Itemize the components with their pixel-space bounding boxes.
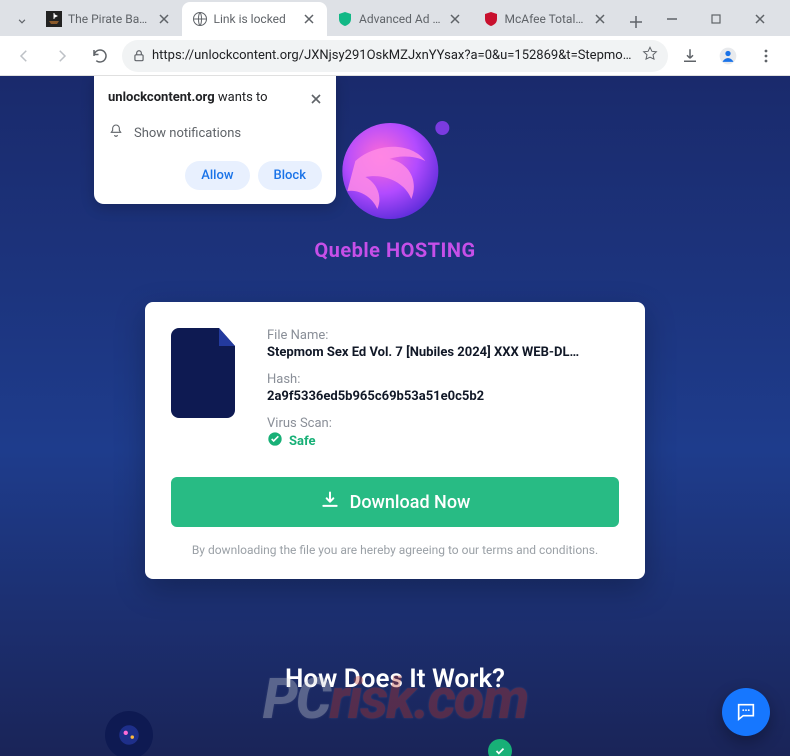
- hash-value: 2a9f5336ed5b965c69b53a51e0c5b2: [267, 389, 619, 404]
- check-circle-icon: [267, 431, 283, 451]
- brand-logo-block: Queble HOSTING: [314, 106, 475, 262]
- download-button-label: Download Now: [350, 492, 471, 513]
- close-icon[interactable]: [592, 11, 608, 27]
- close-icon[interactable]: [156, 11, 172, 27]
- notification-permission-popup: unlockcontent.org wants to Show notifica…: [94, 76, 336, 204]
- browser-toolbar: https://unlockcontent.org/JXNjsy291OskMZ…: [0, 36, 790, 76]
- ship-icon: [46, 11, 62, 27]
- url-text: https://unlockcontent.org/JXNjsy291OskMZ…: [152, 48, 636, 63]
- download-card: File Name: Stepmom Sex Ed Vol. 7 [Nubile…: [145, 302, 645, 579]
- notification-origin-line: unlockcontent.org wants to: [108, 90, 268, 105]
- tab-title: McAfee Total Security: [505, 12, 587, 26]
- step-circle: [460, 711, 508, 756]
- notification-text: Show notifications: [134, 126, 241, 141]
- menu-button[interactable]: [750, 40, 782, 72]
- close-icon[interactable]: [447, 11, 463, 27]
- globe-icon: [116, 722, 142, 748]
- close-window-button[interactable]: [738, 2, 782, 36]
- address-bar[interactable]: https://unlockcontent.org/JXNjsy291OskMZ…: [122, 40, 668, 72]
- hash-label: Hash:: [267, 372, 619, 387]
- profile-button[interactable]: [712, 40, 744, 72]
- bookmark-icon[interactable]: [642, 46, 658, 66]
- chat-fab[interactable]: [722, 688, 770, 736]
- disclaimer-text: By downloading the file you are hereby a…: [171, 543, 619, 557]
- chevron-down-icon: [15, 14, 29, 28]
- close-icon[interactable]: [301, 11, 317, 27]
- tab-title: The Pirate Bay - The g…: [68, 12, 150, 26]
- planet-logo-icon: [330, 106, 460, 226]
- mcafee-icon: [483, 11, 499, 27]
- tab-title: Link is locked: [214, 12, 296, 26]
- file-name-value: Stepmom Sex Ed Vol. 7 [Nubiles 2024] XXX…: [267, 345, 619, 360]
- brand-name: Queble HOSTING: [314, 238, 475, 262]
- close-icon[interactable]: [310, 90, 322, 109]
- downloads-button[interactable]: [674, 40, 706, 72]
- window-controls: [650, 2, 782, 36]
- notification-origin: unlockcontent.org: [108, 90, 215, 105]
- tab-search-button[interactable]: [8, 6, 36, 36]
- back-button[interactable]: [8, 40, 40, 72]
- step-circle: [105, 711, 153, 756]
- page-content: unlockcontent.org wants to Show notifica…: [0, 76, 790, 756]
- tab-pirate-bay[interactable]: The Pirate Bay - The g…: [36, 2, 182, 36]
- file-name-label: File Name:: [267, 328, 619, 343]
- tab-ad-blocker[interactable]: Advanced Ad Blocker: [327, 2, 473, 36]
- globe-icon: [192, 11, 208, 27]
- tab-title: Advanced Ad Blocker: [359, 12, 441, 26]
- virus-scan-label: Virus Scan:: [267, 416, 619, 431]
- file-icon: [171, 328, 243, 418]
- new-tab-button[interactable]: [622, 8, 650, 36]
- virus-scan-value: Safe: [289, 434, 315, 449]
- how-it-works-heading: How Does It Work?: [285, 664, 505, 694]
- tab-mcafee[interactable]: McAfee Total Security: [473, 2, 619, 36]
- chat-icon: [735, 701, 757, 723]
- maximize-button[interactable]: [694, 2, 738, 36]
- lock-icon: [132, 49, 146, 63]
- tab-strip: The Pirate Bay - The g… Link is locked A…: [0, 0, 790, 36]
- check-icon: [488, 739, 512, 756]
- bell-icon: [108, 123, 124, 143]
- tab-link-locked[interactable]: Link is locked: [182, 2, 328, 36]
- forward-button[interactable]: [46, 40, 78, 72]
- allow-button[interactable]: Allow: [185, 161, 249, 190]
- shield-icon: [337, 11, 353, 27]
- minimize-button[interactable]: [650, 2, 694, 36]
- browser-chrome: The Pirate Bay - The g… Link is locked A…: [0, 0, 790, 76]
- download-icon: [320, 490, 340, 515]
- block-button[interactable]: Block: [258, 161, 322, 190]
- reload-button[interactable]: [84, 40, 116, 72]
- download-button[interactable]: Download Now: [171, 477, 619, 527]
- how-it-works-row: [0, 711, 790, 756]
